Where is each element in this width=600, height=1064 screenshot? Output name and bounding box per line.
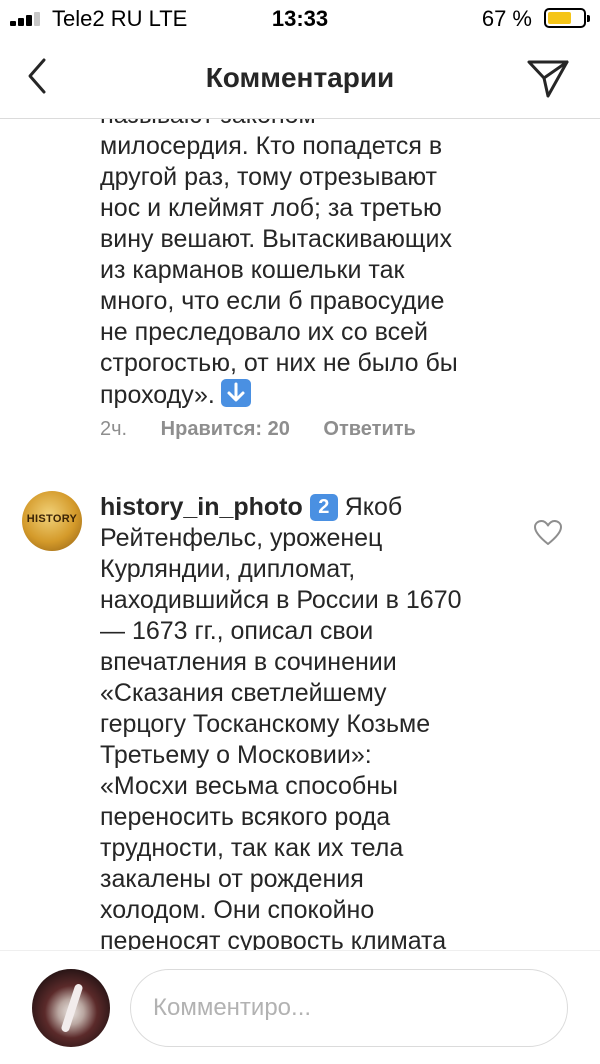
comment-line: нос и клеймят лоб; за третью [100,194,442,222]
comment-line: закалены от рождения [100,865,364,893]
comment-body: называют законом милосердия. Кто попадет… [100,100,520,411]
avatar[interactable]: HISTORY [22,491,82,551]
comment-line: «Мосхи весьма способны [100,772,399,800]
avatar-logo-text: HISTORY [26,513,78,525]
comment-line: переносят суровость климата [100,927,447,950]
comment-line: проходу». [100,381,215,409]
comment-line: герцогу Тосканскому Козьме [100,710,431,738]
comment-line: вину вешают. Вытаскивающих [100,225,452,253]
comment-line: Третьему о Московии»: [100,741,372,769]
comment-line: из карманов кошельки так [100,256,405,284]
current-user-avatar [32,969,110,1047]
likes-count-button[interactable]: Нравится: 20 [161,418,290,440]
comment-username[interactable]: history_in_photo [100,493,303,521]
comment-line: переносить всякого рода [100,803,391,831]
comment-line: милосердия. Кто попадется в [100,132,443,160]
comment-composer [0,950,600,1064]
comment-line: другой раз, тому отрезывают [100,163,438,191]
comment-line: Курляндии, дипломат, [100,555,356,583]
direct-share-button[interactable] [526,56,570,100]
comment-line: не преследовало их со всей [100,318,428,346]
comments-list[interactable]: называют законом милосердия. Кто попадет… [0,98,600,950]
reply-button[interactable]: Ответить [323,418,415,440]
comment-time: 2ч. [100,418,128,440]
battery-icon [544,8,590,28]
comment-line: трудности, так как их тела [100,834,404,862]
comment-body: history_in_photo 2 Якоб Рейтенфельс, уро… [100,492,510,950]
comment-line: много, что если б правосудие [100,287,445,315]
heart-icon [534,520,562,545]
paper-plane-icon [527,60,569,98]
status-bar: Tele2 RU LTE 13:33 67 % [0,0,600,40]
battery-percent: 67 % [481,6,532,31]
like-button[interactable] [534,520,562,546]
comment-meta: 2ч. Нравится: 20 Ответить [100,418,444,441]
down-arrow-emoji-icon [220,379,251,407]
comment-line: строгостью, от них не было бы [100,349,458,377]
comment-line: холодом. Они спокойно [100,896,375,924]
comment-line: Якоб [344,493,403,521]
comment-input[interactable] [130,969,568,1047]
comment-line: находившийся в России в 1670 [100,586,462,614]
comment-line: Рейтенфельс, уроженец [100,524,383,552]
page-title: Комментарии [205,62,395,93]
nav-header: Комментарии [0,40,600,119]
comment-line: впечатления в сочинении [100,648,397,676]
number-two-emoji-icon: 2 [309,494,338,521]
comment-line: — 1673 гг., описал свои [100,617,374,645]
comment-line: «Сказания светлейшему [100,679,387,707]
